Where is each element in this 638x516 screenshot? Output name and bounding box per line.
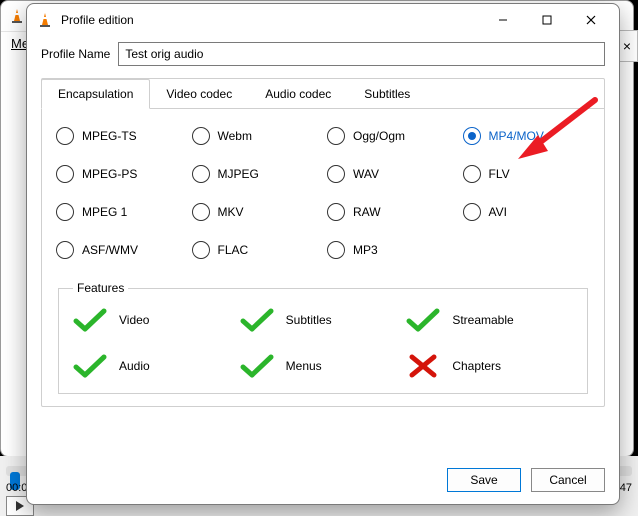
radio-icon xyxy=(463,165,481,183)
feature-label: Chapters xyxy=(452,359,501,373)
radio-mpeg-1[interactable]: MPEG 1 xyxy=(56,203,184,221)
radio-icon xyxy=(327,241,345,259)
save-button[interactable]: Save xyxy=(447,468,521,492)
features-legend: Features xyxy=(73,281,128,295)
radio-label: RAW xyxy=(353,205,381,219)
feature-video: Video xyxy=(73,307,240,333)
radio-icon xyxy=(327,203,345,221)
radio-label: MPEG-PS xyxy=(82,167,137,181)
radio-mpeg-ps[interactable]: MPEG-PS xyxy=(56,165,184,183)
feature-label: Streamable xyxy=(452,313,513,327)
close-icon xyxy=(586,15,596,25)
tabs-header: EncapsulationVideo codecAudio codecSubti… xyxy=(42,79,604,109)
feature-label: Menus xyxy=(286,359,322,373)
radio-label: FLV xyxy=(489,167,510,181)
radio-label: MJPEG xyxy=(218,167,259,181)
minimize-button[interactable] xyxy=(481,5,525,35)
radio-icon xyxy=(192,127,210,145)
maximize-button[interactable] xyxy=(525,5,569,35)
feature-menus: Menus xyxy=(240,353,407,379)
feature-label: Audio xyxy=(119,359,150,373)
radio-label: MP4/MOV xyxy=(489,129,544,143)
check-icon xyxy=(73,307,107,333)
tab-encapsulation-page: MPEG-TS Webm Ogg/Ogm MP4/MOV MPEG-PS MJPEG WAV… xyxy=(42,109,604,406)
tab-video-codec[interactable]: Video codec xyxy=(150,80,249,108)
radio-mpeg-ts[interactable]: MPEG-TS xyxy=(56,127,184,145)
radio-mp3[interactable]: MP3 xyxy=(327,241,455,259)
feature-chapters: Chapters xyxy=(406,353,573,379)
radio-label: ASF/WMV xyxy=(82,243,138,257)
radio-label: WAV xyxy=(353,167,379,181)
profile-name-label: Profile Name xyxy=(41,47,110,61)
radio-label: MP3 xyxy=(353,243,378,257)
radio-avi[interactable]: AVI xyxy=(463,203,591,221)
feature-label: Subtitles xyxy=(286,313,332,327)
profile-name-input[interactable] xyxy=(118,42,605,66)
tabs-container: EncapsulationVideo codecAudio codecSubti… xyxy=(41,78,605,407)
radio-icon xyxy=(192,203,210,221)
check-icon xyxy=(240,353,274,379)
profile-edition-dialog: Profile edition Profile Name Encapsulati… xyxy=(26,3,620,505)
radio-label: Webm xyxy=(218,129,252,143)
feature-audio: Audio xyxy=(73,353,240,379)
check-icon xyxy=(240,307,274,333)
feature-streamable: Streamable xyxy=(406,307,573,333)
feature-label: Video xyxy=(119,313,149,327)
radio-icon xyxy=(56,241,74,259)
cross-icon xyxy=(406,353,440,379)
radio-mjpeg[interactable]: MJPEG xyxy=(192,165,320,183)
vlc-cone-icon xyxy=(9,8,25,24)
features-fieldset: Features Video Subtitles Streamable Audio Me… xyxy=(58,281,588,394)
encapsulation-radio-grid: MPEG-TS Webm Ogg/Ogm MP4/MOV MPEG-PS MJPEG WAV… xyxy=(56,127,590,259)
tab-encapsulation[interactable]: Encapsulation xyxy=(41,79,150,109)
radio-icon xyxy=(56,203,74,221)
radio-flv[interactable]: FLV xyxy=(463,165,591,183)
radio-label: FLAC xyxy=(218,243,249,257)
radio-label: Ogg/Ogm xyxy=(353,129,405,143)
check-icon xyxy=(406,307,440,333)
radio-label: AVI xyxy=(489,205,507,219)
radio-icon xyxy=(463,127,481,145)
dialog-title: Profile edition xyxy=(61,13,134,27)
maximize-icon xyxy=(542,15,552,25)
radio-icon xyxy=(56,127,74,145)
cancel-button[interactable]: Cancel xyxy=(531,468,605,492)
tab-audio-codec[interactable]: Audio codec xyxy=(249,80,348,108)
check-icon xyxy=(73,353,107,379)
play-icon xyxy=(15,501,25,511)
radio-label: MKV xyxy=(218,205,244,219)
radio-raw[interactable]: RAW xyxy=(327,203,455,221)
radio-flac[interactable]: FLAC xyxy=(192,241,320,259)
vlc-cone-icon xyxy=(37,12,53,28)
dialog-titlebar: Profile edition xyxy=(27,4,619,36)
radio-icon xyxy=(463,203,481,221)
radio-icon xyxy=(192,241,210,259)
radio-icon xyxy=(192,165,210,183)
radio-icon xyxy=(56,165,74,183)
radio-mkv[interactable]: MKV xyxy=(192,203,320,221)
radio-icon xyxy=(327,127,345,145)
minimize-icon xyxy=(498,15,508,25)
radio-ogg-ogm[interactable]: Ogg/Ogm xyxy=(327,127,455,145)
radio-label: MPEG 1 xyxy=(82,205,127,219)
tab-subtitles[interactable]: Subtitles xyxy=(348,80,427,108)
radio-icon xyxy=(327,165,345,183)
radio-asf-wmv[interactable]: ASF/WMV xyxy=(56,241,184,259)
radio-wav[interactable]: WAV xyxy=(327,165,455,183)
radio-mp4-mov[interactable]: MP4/MOV xyxy=(463,127,591,145)
radio-label: MPEG-TS xyxy=(82,129,137,143)
radio-webm[interactable]: Webm xyxy=(192,127,320,145)
feature-subtitles: Subtitles xyxy=(240,307,407,333)
close-button[interactable] xyxy=(569,5,613,35)
